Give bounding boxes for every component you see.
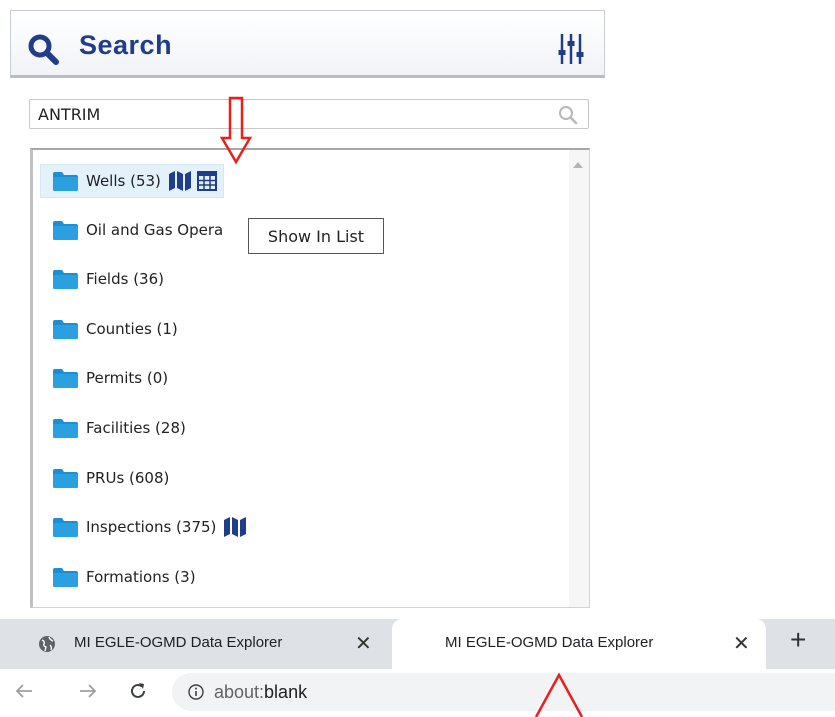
tree-node[interactable]: Oil and Gas Opera <box>53 214 223 246</box>
tree-node[interactable]: Inspections (375) <box>53 511 247 543</box>
url-scheme: about: <box>214 682 265 702</box>
table-icon[interactable] <box>196 171 217 191</box>
search-field[interactable] <box>29 99 589 129</box>
folder-icon <box>53 319 78 339</box>
address-bar[interactable]: about:blank <box>172 673 835 711</box>
show-in-list-tooltip: Show In List <box>248 218 384 254</box>
tree-node[interactable]: Permits (0) <box>53 362 168 394</box>
search-icon <box>28 34 59 65</box>
tree-node-label: Counties (1) <box>86 320 178 338</box>
tree-node[interactable]: Formations (3) <box>53 561 196 593</box>
search-input[interactable] <box>38 103 538 125</box>
tree-node[interactable]: Wells (53) <box>40 164 224 198</box>
browser-tab-strip: MI EGLE-OGMD Data Explorer ✕ MI EGLE-OGM… <box>0 619 835 669</box>
search-submit-icon[interactable] <box>558 105 578 125</box>
reload-icon[interactable] <box>128 681 148 701</box>
search-header: Search <box>10 10 605 78</box>
folder-icon <box>53 171 78 191</box>
tab-title: MI EGLE-OGMD Data Explorer <box>74 634 283 651</box>
folder-icon <box>53 269 78 289</box>
folder-icon <box>53 567 78 587</box>
browser-tab-active[interactable]: MI EGLE-OGMD Data Explorer ✕ <box>392 619 766 669</box>
url-text: about:blank <box>214 682 307 703</box>
folder-icon <box>53 418 78 438</box>
filter-sliders-icon[interactable] <box>558 33 584 65</box>
map-icon[interactable] <box>224 517 247 537</box>
folder-icon <box>53 468 78 488</box>
tree-node[interactable]: Counties (1) <box>53 313 178 345</box>
forward-arrow-icon[interactable] <box>78 681 98 701</box>
tree-node-label: Facilities (28) <box>86 419 186 437</box>
tree-node[interactable]: PRUs (608) <box>53 462 169 494</box>
folder-icon <box>53 517 78 537</box>
folder-icon <box>53 220 78 240</box>
tree-node-label: Wells (53) <box>86 172 161 190</box>
annotation-arrow-up-icon <box>534 672 584 717</box>
back-arrow-icon[interactable] <box>14 681 34 701</box>
tree-node-label: Formations (3) <box>86 568 196 586</box>
map-icon[interactable] <box>168 171 191 191</box>
close-tab-icon[interactable]: ✕ <box>355 631 372 656</box>
annotation-arrow-down-icon <box>220 96 252 165</box>
scrollbar[interactable] <box>569 150 589 607</box>
tree-node[interactable]: Fields (36) <box>53 263 164 295</box>
browser-tab-inactive[interactable]: MI EGLE-OGMD Data Explorer ✕ <box>0 619 392 669</box>
folder-icon <box>53 368 78 388</box>
info-icon[interactable] <box>188 684 204 700</box>
tree-node[interactable]: Facilities (28) <box>53 412 186 444</box>
tab-title: MI EGLE-OGMD Data Explorer <box>445 634 654 651</box>
tree-node-label: Fields (36) <box>86 270 164 288</box>
tooltip-text: Show In List <box>267 226 365 246</box>
tree-node-label: Oil and Gas Opera <box>86 221 224 239</box>
tree-node-label: Inspections (375) <box>86 518 217 536</box>
globe-icon <box>39 636 55 652</box>
page-title: Search <box>79 30 173 60</box>
tree-node-label: Permits (0) <box>86 369 169 387</box>
tree-node-label: PRUs (608) <box>86 469 170 487</box>
new-tab-button[interactable]: + <box>790 624 806 656</box>
browser-toolbar: about:blank <box>0 669 835 717</box>
scroll-up-arrow[interactable] <box>573 162 583 168</box>
close-tab-icon[interactable]: ✕ <box>733 631 750 656</box>
url-path: blank <box>264 682 308 702</box>
